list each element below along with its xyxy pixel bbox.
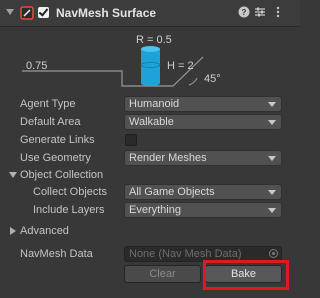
use-geometry-dropdown[interactable]: Render Meshes <box>124 150 282 166</box>
foldout-expanded-icon <box>9 172 17 178</box>
default-area-row: Default Area Walkable <box>0 114 300 131</box>
generate-links-label: Generate Links <box>20 134 95 146</box>
navmesh-surface-icon <box>20 6 34 20</box>
dropdown-arrow-icon <box>268 120 276 125</box>
collect-objects-label: Collect Objects <box>33 186 107 198</box>
svg-text:?: ? <box>242 8 247 17</box>
component-title: NavMesh Surface <box>56 6 157 20</box>
collect-objects-dropdown[interactable]: All Game Objects <box>124 184 282 200</box>
dropdown-arrow-icon <box>268 190 276 195</box>
agent-type-dropdown[interactable]: Humanoid <box>124 96 282 112</box>
include-layers-value: Everything <box>129 204 181 216</box>
agent-type-value: Humanoid <box>129 98 180 110</box>
agent-settings-diagram: R = 0.5 H = 2 0.75 45° <box>22 34 221 87</box>
use-geometry-row: Use Geometry Render Meshes <box>0 150 300 167</box>
generate-links-row: Generate Links <box>0 132 300 149</box>
max-slope-label: 45° <box>204 73 221 85</box>
collect-objects-row: Collect Objects All Game Objects <box>0 184 300 201</box>
bake-highlight-box <box>203 260 289 290</box>
clear-button[interactable]: Clear <box>124 265 201 283</box>
use-geometry-label: Use Geometry <box>20 152 91 164</box>
agent-type-label: Agent Type <box>20 98 76 110</box>
collect-objects-value: All Game Objects <box>129 186 215 198</box>
component-header[interactable]: NavMesh Surface ? <box>0 0 300 27</box>
step-height-label: 0.75 <box>26 60 47 72</box>
component-enabled-checkbox[interactable] <box>38 7 49 18</box>
navmesh-data-value: None (Nav Mesh Data) <box>129 248 242 260</box>
use-geometry-value: Render Meshes <box>129 152 207 164</box>
fold-arrow-icon[interactable] <box>6 9 14 15</box>
generate-links-checkbox[interactable] <box>125 134 137 146</box>
include-layers-label: Include Layers <box>33 204 105 216</box>
slope-arc <box>188 77 198 86</box>
default-area-value: Walkable <box>129 116 174 128</box>
navmesh-data-label: NavMesh Data <box>20 248 93 260</box>
height-label: H = 2 <box>167 60 194 72</box>
include-layers-row: Include Layers Everything <box>0 202 300 219</box>
radius-label: R = 0.5 <box>136 34 172 46</box>
foldout-collapsed-icon <box>10 227 16 235</box>
advanced-label: Advanced <box>20 225 69 237</box>
dropdown-arrow-icon <box>268 102 276 107</box>
kebab-menu-icon[interactable] <box>272 6 284 18</box>
include-layers-dropdown[interactable]: Everything <box>124 202 282 218</box>
navmesh-surface-inspector: NavMesh Surface ? R = 0.5 H = 2 0.75 45°… <box>0 0 300 298</box>
advanced-foldout[interactable]: Advanced <box>0 223 300 240</box>
dropdown-arrow-icon <box>268 208 276 213</box>
agent-type-row: Agent Type Humanoid <box>0 96 300 113</box>
presets-icon[interactable] <box>254 6 266 18</box>
object-collection-foldout[interactable]: Object Collection <box>0 167 300 184</box>
dropdown-arrow-icon <box>268 156 276 161</box>
help-icon[interactable]: ? <box>238 6 250 18</box>
default-area-label: Default Area <box>20 116 81 128</box>
default-area-dropdown[interactable]: Walkable <box>124 114 282 130</box>
object-picker-icon[interactable] <box>269 249 278 258</box>
object-collection-label: Object Collection <box>20 169 104 181</box>
agent-cylinder-icon <box>140 46 161 86</box>
